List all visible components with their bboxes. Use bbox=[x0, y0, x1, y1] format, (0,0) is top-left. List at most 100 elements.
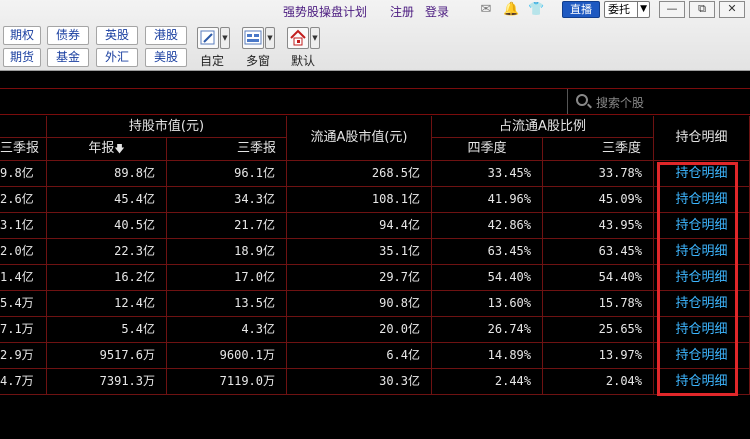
market-button-options[interactable]: 期权 bbox=[3, 26, 41, 45]
chevron-down-icon[interactable]: ▼ bbox=[265, 27, 275, 49]
market-button-futures[interactable]: 期货 bbox=[3, 48, 41, 67]
down-arrow-icon: 🡇 bbox=[114, 144, 125, 155]
cell-q3-prev: 4.7万 bbox=[0, 369, 47, 395]
top-line: 强势股操盘计划 注册 登录 ✉ 🔔 👕 直播 委托 ▼ — ⧉ ✕ bbox=[0, 0, 750, 22]
cell-annual: 40.5亿 bbox=[47, 213, 167, 239]
toolbar: 强势股操盘计划 注册 登录 ✉ 🔔 👕 直播 委托 ▼ — ⧉ ✕ 期权 债券 … bbox=[0, 0, 750, 71]
cell-annual: 9517.6万 bbox=[47, 343, 167, 369]
close-button[interactable]: ✕ bbox=[719, 1, 745, 18]
search-bar: 搜索个股 bbox=[0, 88, 750, 115]
header-float-value: 流通A股市值(元) bbox=[287, 116, 432, 161]
bell-icon[interactable]: 🔔 bbox=[503, 3, 519, 17]
subheader-annual-label: 年报 bbox=[88, 141, 115, 156]
chevron-down-icon: ▼ bbox=[637, 2, 647, 17]
detail-link[interactable]: 持仓明细 bbox=[654, 187, 750, 213]
chevron-down-icon[interactable]: ▼ bbox=[310, 27, 320, 49]
chevron-down-icon[interactable]: ▼ bbox=[220, 27, 230, 49]
home-icon[interactable] bbox=[287, 27, 309, 49]
cell-q4-ratio: 41.96% bbox=[432, 187, 543, 213]
subheader-q3[interactable]: 三季报 bbox=[167, 138, 287, 161]
detail-link[interactable]: 持仓明细 bbox=[654, 265, 750, 291]
market-button-hk-stocks[interactable]: 港股 bbox=[145, 26, 187, 45]
market-button-forex[interactable]: 外汇 bbox=[96, 48, 138, 67]
cell-q3-ratio: 43.95% bbox=[543, 213, 654, 239]
cell-float-value: 6.4亿 bbox=[287, 343, 432, 369]
cell-q3-ratio: 33.78% bbox=[543, 161, 654, 187]
cell-float-value: 29.7亿 bbox=[287, 265, 432, 291]
cell-q4-ratio: 63.45% bbox=[432, 239, 543, 265]
subheader-q3-prev[interactable]: 三季报 bbox=[0, 138, 47, 161]
market-button-bonds[interactable]: 债券 bbox=[47, 26, 89, 45]
cell-q3: 4.3亿 bbox=[167, 317, 287, 343]
cell-q4-ratio: 14.89% bbox=[432, 343, 543, 369]
detail-link[interactable]: 持仓明细 bbox=[654, 317, 750, 343]
cell-float-value: 268.5亿 bbox=[287, 161, 432, 187]
search-box[interactable]: 搜索个股 bbox=[567, 89, 750, 114]
cell-float-value: 108.1亿 bbox=[287, 187, 432, 213]
cell-q3-ratio: 45.09% bbox=[543, 187, 654, 213]
pencil-icon[interactable] bbox=[197, 27, 219, 49]
cell-float-value: 90.8亿 bbox=[287, 291, 432, 317]
cell-q4-ratio: 26.74% bbox=[432, 317, 543, 343]
detail-link[interactable]: 持仓明细 bbox=[654, 343, 750, 369]
cell-q3: 17.0亿 bbox=[167, 265, 287, 291]
cell-q3-prev: 7.1万 bbox=[0, 317, 47, 343]
market-button-funds[interactable]: 基金 bbox=[47, 48, 89, 67]
header-detail: 持仓明细 bbox=[654, 116, 750, 161]
search-input[interactable]: 搜索个股 bbox=[596, 94, 644, 111]
detail-link[interactable]: 持仓明细 bbox=[654, 213, 750, 239]
detail-link[interactable]: 持仓明细 bbox=[654, 369, 750, 395]
mail-icon[interactable]: ✉ bbox=[478, 3, 494, 17]
detail-link[interactable]: 持仓明细 bbox=[654, 291, 750, 317]
header-float-ratio: 占流通A股比例 bbox=[432, 116, 654, 138]
cell-q3-ratio: 63.45% bbox=[543, 239, 654, 265]
minimize-button[interactable]: — bbox=[659, 1, 685, 18]
cell-float-value: 20.0亿 bbox=[287, 317, 432, 343]
cell-q4-ratio: 33.45% bbox=[432, 161, 543, 187]
restore-button[interactable]: ⧉ bbox=[689, 1, 715, 18]
cell-q4-ratio: 54.40% bbox=[432, 265, 543, 291]
subheader-q4[interactable]: 四季度 bbox=[432, 138, 543, 161]
cell-q3-prev: 2.9万 bbox=[0, 343, 47, 369]
cell-annual: 12.4亿 bbox=[47, 291, 167, 317]
cell-annual: 22.3亿 bbox=[47, 239, 167, 265]
cell-q3-prev: 1.4亿 bbox=[0, 265, 47, 291]
cell-annual: 89.8亿 bbox=[47, 161, 167, 187]
shirt-icon[interactable]: 👕 bbox=[528, 3, 544, 17]
search-icon bbox=[576, 94, 588, 106]
subheader-q3-ratio[interactable]: 三季度 bbox=[543, 138, 654, 161]
live-button[interactable]: 直播 bbox=[562, 1, 600, 18]
subheader-annual[interactable]: 年报🡇 bbox=[47, 138, 167, 161]
cell-q3-prev: 5.4万 bbox=[0, 291, 47, 317]
cell-q3: 18.9亿 bbox=[167, 239, 287, 265]
multi-window-icon[interactable] bbox=[242, 27, 264, 49]
cell-q3-ratio: 25.65% bbox=[543, 317, 654, 343]
cell-q3-ratio: 13.97% bbox=[543, 343, 654, 369]
link-login[interactable]: 登录 bbox=[425, 3, 449, 20]
cell-q4-ratio: 2.44% bbox=[432, 369, 543, 395]
market-button-us-stocks[interactable]: 美股 bbox=[145, 48, 187, 67]
link-register[interactable]: 注册 bbox=[390, 3, 414, 20]
header-blank bbox=[0, 116, 47, 138]
cell-q3-prev: 2.0亿 bbox=[0, 239, 47, 265]
entrust-button[interactable]: 委托 ▼ bbox=[604, 1, 650, 18]
cell-q3: 7119.0万 bbox=[167, 369, 287, 395]
cell-q3-prev: 3.1亿 bbox=[0, 213, 47, 239]
cell-q3: 21.7亿 bbox=[167, 213, 287, 239]
cell-q3-prev: 9.8亿 bbox=[0, 161, 47, 187]
cell-float-value: 30.3亿 bbox=[287, 369, 432, 395]
link-strong-stock-plan[interactable]: 强势股操盘计划 bbox=[283, 3, 367, 20]
cell-q3: 9600.1万 bbox=[167, 343, 287, 369]
cell-float-value: 94.4亿 bbox=[287, 213, 432, 239]
tool-label-default: 默认 bbox=[291, 54, 316, 68]
detail-link[interactable]: 持仓明细 bbox=[654, 161, 750, 187]
cell-q3-ratio: 15.78% bbox=[543, 291, 654, 317]
cell-q3-prev: 2.6亿 bbox=[0, 187, 47, 213]
cell-q4-ratio: 42.86% bbox=[432, 213, 543, 239]
cell-annual: 16.2亿 bbox=[47, 265, 167, 291]
cell-annual: 45.4亿 bbox=[47, 187, 167, 213]
market-button-uk-stocks[interactable]: 英股 bbox=[96, 26, 138, 45]
tool-label-multi-window: 多窗 bbox=[246, 54, 271, 68]
detail-link[interactable]: 持仓明细 bbox=[654, 239, 750, 265]
cell-q3: 34.3亿 bbox=[167, 187, 287, 213]
